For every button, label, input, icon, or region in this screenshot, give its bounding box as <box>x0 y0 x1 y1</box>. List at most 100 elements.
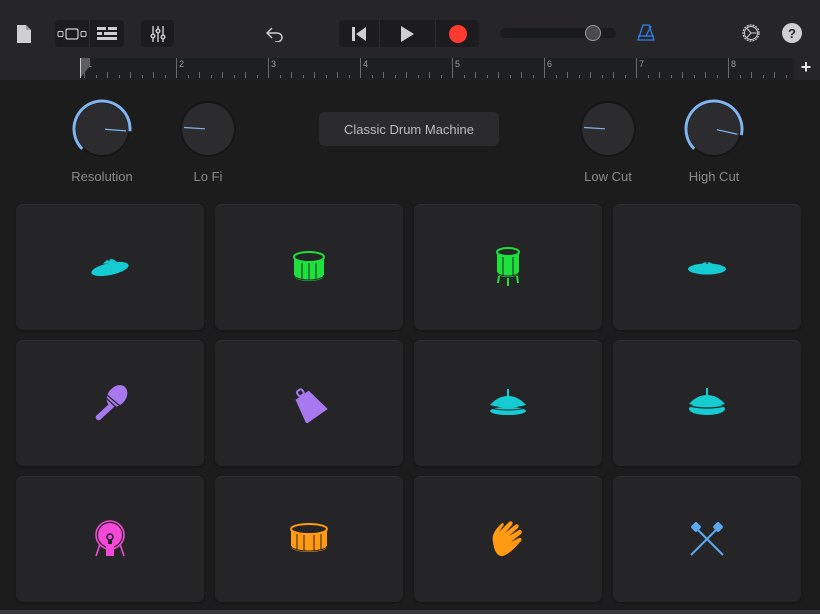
metronome-icon <box>637 24 655 41</box>
ruler-tick <box>774 72 775 78</box>
drum-pad-ride-cymbal[interactable] <box>613 204 801 330</box>
snare-drum-icon <box>292 251 326 283</box>
ruler-tick <box>279 75 281 78</box>
ruler-tick <box>199 72 200 78</box>
help-icon: ? <box>788 25 796 41</box>
list-view-button[interactable] <box>90 20 124 47</box>
knob-high-cut[interactable]: High Cut <box>669 98 759 184</box>
ruler-bar-line <box>544 58 545 78</box>
ruler-tick <box>383 72 384 78</box>
ruler-bar-number: 6 <box>547 59 553 69</box>
kit-selector-button[interactable]: Classic Drum Machine <box>319 112 499 146</box>
drum-pad-cowbell[interactable] <box>215 340 403 466</box>
undo-button[interactable] <box>262 22 288 46</box>
ruler-bar-line <box>268 58 269 78</box>
ruler-tick <box>141 75 143 78</box>
knob-resolution[interactable]: Resolution <box>57 98 147 184</box>
ruler-tick <box>613 72 614 78</box>
settings-gear-icon <box>742 24 760 42</box>
ruler-tick <box>475 72 476 78</box>
ruler-bar-line <box>452 58 453 78</box>
timeline-ruler[interactable]: 12345678 + <box>0 56 820 80</box>
ruler-tick <box>406 72 407 78</box>
volume-slider-thumb[interactable] <box>585 25 601 41</box>
knob-low-cut[interactable]: Low Cut <box>563 98 653 184</box>
toolbar: ? <box>0 0 820 56</box>
drum-pad-kick-drum[interactable] <box>16 476 204 602</box>
ruler-tick <box>486 75 488 78</box>
drum-pad-open-hihat[interactable] <box>414 340 602 466</box>
drum-pad-floor-tom[interactable] <box>414 204 602 330</box>
drum-pad-shaker[interactable] <box>16 340 204 466</box>
drum-pad-closed-hihat[interactable] <box>613 340 801 466</box>
knob-lo-fi[interactable]: Lo Fi <box>163 98 253 184</box>
mixer-sliders-icon <box>150 25 165 42</box>
ruler-bar-line <box>636 58 637 78</box>
ruler-tick <box>233 75 235 78</box>
help-button[interactable]: ? <box>782 23 802 43</box>
ruler-track[interactable]: 12345678 <box>80 58 794 80</box>
ruler-tick <box>153 72 154 78</box>
ruler-tick <box>337 72 338 78</box>
master-volume-slider[interactable] <box>500 25 616 41</box>
maraca-icon <box>90 383 130 423</box>
go-to-beginning-icon <box>352 26 366 41</box>
ruler-tick <box>130 72 131 78</box>
play-button[interactable] <box>380 20 434 47</box>
knob-dial[interactable] <box>57 98 147 160</box>
ruler-tick <box>705 72 706 78</box>
knob-dial[interactable] <box>669 98 759 160</box>
kit-name: Classic Drum Machine <box>343 121 475 137</box>
ruler-tick <box>498 72 499 78</box>
open-hihat-icon <box>488 389 528 417</box>
record-button[interactable] <box>436 20 479 47</box>
mixer-button[interactable] <box>141 20 174 47</box>
ruler-bar-line <box>360 58 361 78</box>
drum-pad-snare-drum-2[interactable] <box>215 476 403 602</box>
ruler-tick <box>751 72 752 78</box>
ruler-tick <box>785 75 787 78</box>
ruler-tick <box>291 72 292 78</box>
crossed-sticks-icon <box>687 521 727 557</box>
go-to-beginning-button[interactable] <box>339 20 379 47</box>
ruler-tick <box>567 72 568 78</box>
ruler-tick <box>762 75 764 78</box>
ruler-tick <box>222 72 223 78</box>
ruler-tick <box>693 75 695 78</box>
ruler-tick <box>682 72 683 78</box>
ruler-tick <box>440 75 442 78</box>
drum-pad-grid <box>16 204 802 602</box>
ruler-bar-line <box>728 58 729 78</box>
metronome-button[interactable] <box>636 22 656 44</box>
knob-dial[interactable] <box>163 98 253 160</box>
crash-cymbal-icon <box>89 256 131 278</box>
undo-icon <box>266 27 283 42</box>
ruler-tick <box>348 75 350 78</box>
plus-icon: + <box>800 57 812 77</box>
drum-pad-clap[interactable] <box>414 476 602 602</box>
ruler-tick <box>463 75 465 78</box>
ruler-tick <box>394 75 396 78</box>
tracks-view-button[interactable] <box>55 20 89 47</box>
bottom-edge <box>0 610 820 614</box>
settings-button[interactable] <box>740 22 762 44</box>
knob-dial[interactable] <box>563 98 653 160</box>
ruler-tick <box>164 75 166 78</box>
add-section-button[interactable]: + <box>796 57 816 77</box>
ruler-tick <box>187 75 189 78</box>
snare-drum-side-icon <box>289 523 329 555</box>
knob-label: Resolution <box>71 169 133 184</box>
ruler-tick <box>659 72 660 78</box>
ruler-tick <box>578 75 580 78</box>
my-songs-button[interactable] <box>14 22 34 46</box>
ruler-tick <box>509 75 511 78</box>
tracks-view-icon <box>57 27 87 40</box>
ruler-bar-number: 4 <box>363 59 369 69</box>
drum-pad-sticks[interactable] <box>613 476 801 602</box>
ruler-tick <box>417 75 419 78</box>
playhead-marker[interactable] <box>80 58 92 78</box>
drum-pad-crash-cymbal[interactable] <box>16 204 204 330</box>
ruler-tick <box>95 75 97 78</box>
drum-pad-snare-drum[interactable] <box>215 204 403 330</box>
floor-tom-icon <box>495 247 521 287</box>
